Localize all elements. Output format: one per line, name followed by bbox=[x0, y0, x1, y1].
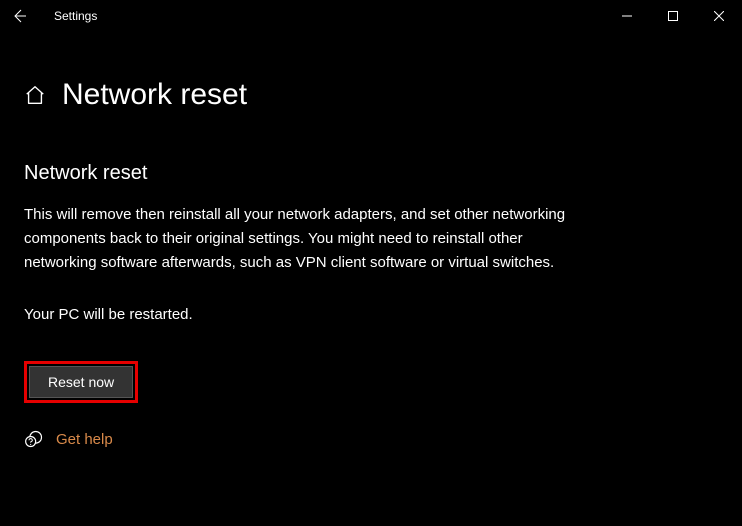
minimize-button[interactable] bbox=[604, 0, 650, 32]
restart-notice: Your PC will be restarted. bbox=[24, 303, 584, 327]
maximize-button[interactable] bbox=[650, 0, 696, 32]
back-arrow-icon bbox=[10, 7, 28, 25]
page-title: Network reset bbox=[62, 78, 247, 112]
get-help-link[interactable]: Get help bbox=[56, 431, 113, 448]
home-icon bbox=[24, 84, 46, 106]
description-text: This will remove then reinstall all your… bbox=[24, 203, 584, 275]
reset-button-highlight: Reset now bbox=[24, 361, 138, 403]
help-icon bbox=[24, 429, 44, 449]
titlebar: Settings bbox=[0, 0, 742, 32]
close-button[interactable] bbox=[696, 0, 742, 32]
page-header: Network reset bbox=[0, 32, 742, 112]
main-content: Network reset This will remove then rein… bbox=[0, 112, 742, 449]
reset-now-button[interactable]: Reset now bbox=[29, 366, 133, 398]
back-button[interactable] bbox=[8, 5, 30, 27]
get-help-row: Get help bbox=[24, 429, 718, 449]
app-title: Settings bbox=[54, 9, 97, 23]
maximize-icon bbox=[668, 11, 678, 21]
close-icon bbox=[714, 11, 724, 21]
titlebar-left: Settings bbox=[8, 5, 97, 27]
window-controls bbox=[604, 0, 742, 32]
minimize-icon bbox=[622, 11, 632, 21]
section-heading: Network reset bbox=[24, 162, 718, 185]
